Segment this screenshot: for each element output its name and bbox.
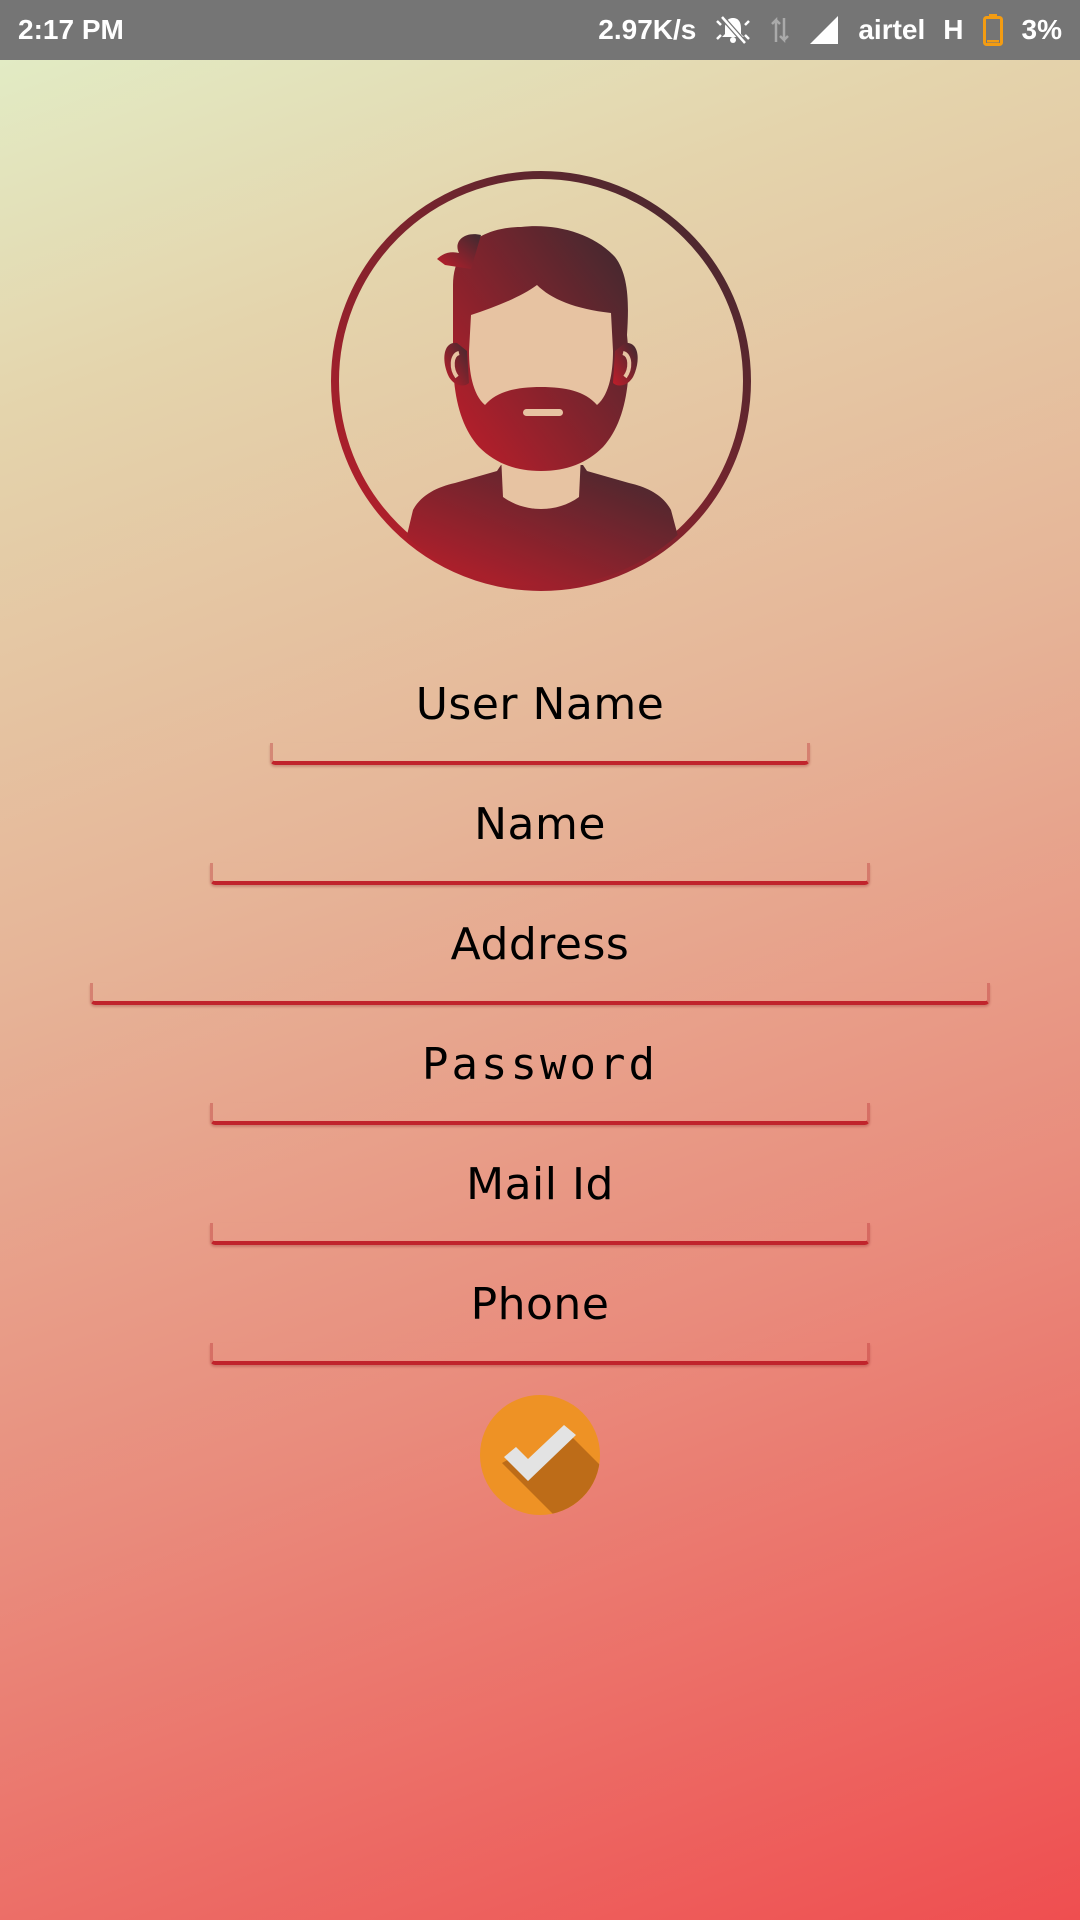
notifications-off-icon — [714, 15, 752, 45]
male-avatar-icon — [331, 171, 751, 591]
name-field[interactable]: Name — [210, 785, 870, 885]
battery-level: 3% — [1021, 14, 1062, 45]
user-name-placeholder: User Name — [415, 679, 665, 730]
field-underline — [210, 1343, 870, 1365]
network-type: H — [943, 14, 964, 45]
submit-button[interactable] — [480, 1395, 600, 1515]
battery-icon — [982, 13, 1004, 47]
carrier-name: airtel — [858, 14, 926, 45]
address-placeholder: Address — [450, 919, 630, 970]
address-field[interactable]: Address — [90, 905, 990, 1005]
field-underline — [270, 743, 810, 765]
status-bar: 2:17 PM 2.97K/s airtel H 3% — [0, 0, 1080, 60]
check-icon — [480, 1395, 600, 1515]
status-time: 2:17 PM — [18, 14, 124, 45]
network-speed: 2.97K/s — [598, 14, 697, 45]
field-underline — [210, 1103, 870, 1125]
data-arrows-icon — [770, 14, 790, 46]
phone-field[interactable]: Phone — [210, 1265, 870, 1365]
user-name-field[interactable]: User Name — [270, 665, 810, 765]
password-placeholder: Password — [422, 1039, 658, 1090]
name-placeholder: Name — [474, 799, 606, 850]
profile-avatar[interactable] — [325, 165, 757, 597]
mail-id-placeholder: Mail Id — [466, 1159, 614, 1210]
mail-id-field[interactable]: Mail Id — [210, 1145, 870, 1245]
status-indicators: 2.97K/s airtel H 3% — [598, 13, 1062, 47]
signal-icon — [808, 14, 840, 46]
field-underline — [210, 1223, 870, 1245]
field-underline — [210, 863, 870, 885]
field-underline — [90, 983, 990, 1005]
phone-placeholder: Phone — [470, 1279, 610, 1330]
password-field[interactable]: Password — [210, 1025, 870, 1125]
